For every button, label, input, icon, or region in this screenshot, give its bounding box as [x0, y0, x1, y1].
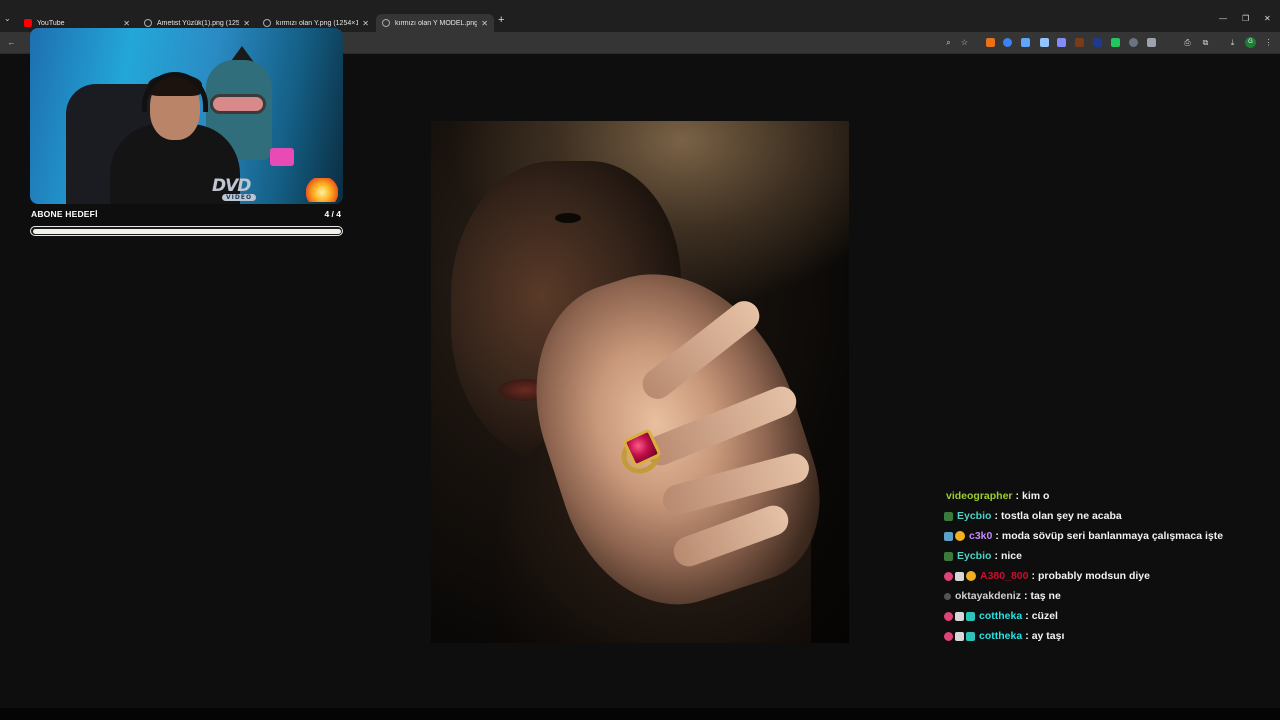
chat-badge-bits-icon	[944, 631, 953, 641]
close-window-icon[interactable]: ✕	[1264, 14, 1271, 23]
dvd-logo: DVD VIDEO	[212, 176, 266, 202]
chat-username[interactable]: A380_800	[980, 570, 1028, 582]
chat-separator: :	[1025, 630, 1029, 642]
menu-kebab-icon[interactable]: ⋮	[1263, 37, 1274, 48]
tab-title: kırmızı olan Y.png (1254×1254)	[276, 19, 359, 27]
chat-text: tostla olan şey ne acaba	[1000, 510, 1122, 522]
chat-separator: :	[994, 510, 998, 522]
download-icon[interactable]: ⤓	[1227, 37, 1238, 48]
chat-text: probably modsun diye	[1037, 570, 1150, 582]
chat-username[interactable]: cottheka	[979, 610, 1022, 622]
maximize-icon[interactable]: ❐	[1242, 14, 1249, 23]
rgb-light	[270, 148, 294, 166]
tab-kirmizi-model[interactable]: kırmızı olan Y MODEL.png (113... ✕	[376, 14, 494, 32]
extension-icon[interactable]	[1021, 38, 1030, 47]
mascot-goggles	[210, 94, 266, 114]
zoom-icon[interactable]: ⌕	[943, 37, 954, 48]
tab-title: YouTube	[37, 19, 65, 27]
tab-title: Ametist Yüzük(1).png (1254×12...	[157, 19, 240, 27]
chat-badge-green-icon	[944, 551, 953, 561]
sub-goal-count: 4 / 4	[324, 209, 341, 219]
image-eye	[555, 213, 581, 223]
chat-badge-gold-icon	[955, 531, 965, 541]
fire-icon	[306, 178, 338, 202]
tab-close-icon[interactable]: ✕	[123, 19, 130, 28]
extension-icon[interactable]	[1057, 38, 1066, 47]
chat-separator: :	[1023, 590, 1028, 602]
chat-separator: :	[1015, 490, 1020, 502]
extension-icon[interactable]	[1147, 38, 1156, 47]
extension-icon[interactable]	[986, 38, 995, 47]
print-icon[interactable]: ⎙	[1182, 37, 1193, 48]
minimize-icon[interactable]: —	[1219, 14, 1227, 23]
chat-separator: :	[1031, 570, 1035, 582]
chat-message: cottheka: cüzel	[944, 606, 1264, 626]
chat-overlay: videographer: kim o Eycbio: tostla olan şey…	[944, 486, 1264, 646]
chat-badge-gift-icon	[955, 631, 964, 641]
extension-icon[interactable]	[1129, 38, 1138, 47]
chat-username[interactable]: videographer	[946, 490, 1013, 502]
globe-icon	[263, 19, 271, 27]
bookmark-star-icon[interactable]: ☆	[959, 37, 970, 48]
chat-badge-teal-icon	[966, 631, 975, 641]
chat-text: ay taşı	[1031, 630, 1065, 642]
chat-badge-sub-icon	[944, 531, 953, 541]
tab-close-icon[interactable]: ✕	[362, 19, 369, 28]
tab-title: kırmızı olan Y MODEL.png (113...	[395, 19, 478, 27]
dvd-logo-sub: VIDEO	[222, 194, 257, 201]
chat-badge-gift-icon	[955, 611, 964, 621]
displayed-image[interactable]	[431, 121, 849, 643]
chat-badge-gift-icon	[955, 571, 964, 581]
chat-text: nice	[1000, 550, 1022, 562]
chat-badge-green-icon	[944, 511, 953, 521]
globe-icon	[382, 19, 390, 27]
globe-icon	[144, 19, 152, 27]
sub-goal-progress-bar	[30, 226, 343, 236]
extensions-puzzle-icon[interactable]: ⧉	[1200, 37, 1211, 48]
dvd-logo-text: DVD	[212, 176, 251, 196]
chat-badge-teal-icon	[966, 611, 975, 621]
chat-text: cüzel	[1031, 610, 1058, 622]
profile-avatar[interactable]: G	[1245, 37, 1256, 48]
chat-separator: :	[994, 550, 998, 562]
chat-text: kim o	[1022, 490, 1050, 502]
chat-separator: :	[1025, 610, 1029, 622]
chat-message: Eycbio: nice	[944, 546, 1264, 566]
sub-goal-progress-fill	[32, 228, 341, 234]
chat-message: Eycbio: tostla olan şey ne acaba	[944, 506, 1264, 526]
chat-username[interactable]: oktayakdeniz	[955, 590, 1021, 602]
chat-text: taş ne	[1030, 590, 1061, 602]
sub-goal-label: ABONE HEDEFİ	[31, 209, 98, 219]
taskbar-strip	[0, 708, 1280, 720]
chat-username[interactable]: cottheka	[979, 630, 1022, 642]
extension-icon[interactable]	[1075, 38, 1084, 47]
chat-separator: :	[995, 530, 999, 542]
chat-message: c3k0: moda sövüp seri banlanmaya çalışmac…	[944, 526, 1264, 546]
extension-icon[interactable]	[1040, 38, 1049, 47]
chat-badge-bits-icon	[944, 571, 953, 581]
chat-message: A380_800: probably modsun diye	[944, 566, 1264, 586]
extension-icon[interactable]	[1111, 38, 1120, 47]
chat-message: videographer: kim o	[944, 486, 1264, 506]
chat-username[interactable]: Eycbio	[957, 510, 991, 522]
tab-close-icon[interactable]: ✕	[243, 19, 250, 28]
extension-icon[interactable]	[1093, 38, 1102, 47]
back-icon[interactable]: ←	[6, 37, 17, 48]
chat-badge-grey-icon	[944, 592, 951, 600]
extension-icon[interactable]	[1003, 38, 1012, 47]
chat-message: cottheka: ay taşı	[944, 626, 1264, 646]
chat-text: moda sövüp seri banlanmaya çalışmaca işt…	[1001, 530, 1224, 542]
webcam-overlay: DVD VIDEO	[30, 28, 343, 204]
chat-username[interactable]: c3k0	[969, 530, 992, 542]
chat-message: oktayakdeniz: taş ne	[944, 586, 1264, 606]
tab-close-icon[interactable]: ✕	[481, 19, 488, 28]
chat-badge-bits-icon	[944, 611, 953, 621]
new-tab-button[interactable]: +	[498, 14, 504, 26]
youtube-icon	[24, 19, 32, 27]
chat-username[interactable]: Eycbio	[957, 550, 991, 562]
tab-search-chevron-icon[interactable]: ⌄	[4, 14, 16, 28]
chat-badge-gold-icon	[966, 571, 976, 581]
